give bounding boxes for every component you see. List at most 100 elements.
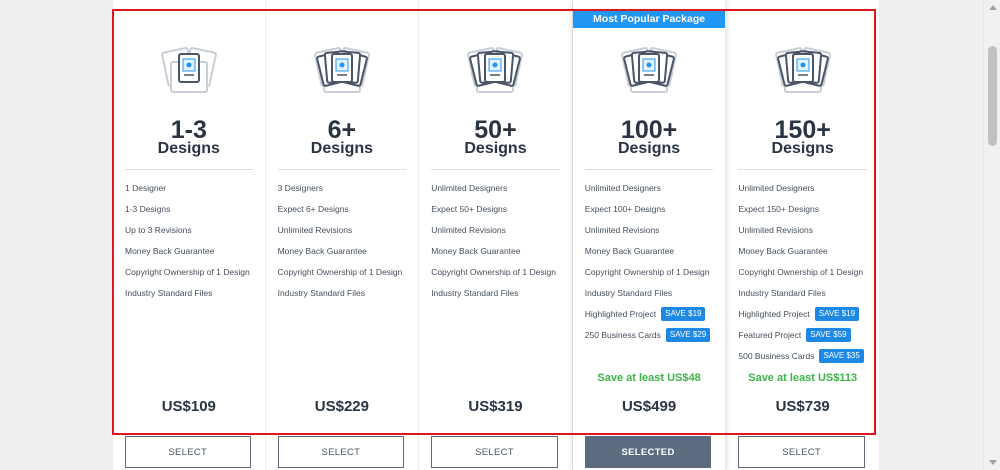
documents-stack-icon [310,40,374,104]
save-badge: SAVE $59 [806,327,851,342]
feature-item: Unlimited Designers [431,177,568,198]
documents-stack-icon [617,40,681,104]
scrollbar-thumb[interactable] [988,46,997,146]
feature-item: 1 Designer [125,177,261,198]
feature-item: Copyright Ownership of 1 Design [431,261,568,282]
feature-item: 1-3 Designs [125,198,261,219]
feature-list: 3 Designers Expect 6+ Designs Unlimited Re… [278,177,415,303]
feature-text: Money Back Guarantee [584,245,675,256]
savings-text: Save at least US$113 [748,372,858,384]
feature-text: Expect 150+ Designs [738,203,819,214]
package-unit: Designs [157,140,220,157]
feature-text: 250 Business Cards [584,329,661,340]
feature-item: Copyright Ownership of 1 Design [738,261,875,282]
selected-button[interactable]: SELECTED [584,436,712,468]
price: US$739 [775,398,830,415]
feature-item: Expect 50+ Designs [431,198,568,219]
package-unit: Designs [310,140,374,157]
package-unit: Designs [464,140,527,157]
divider [738,169,867,170]
feature-item: Copyright Ownership of 1 Design [125,261,261,282]
feature-text: Highlighted Project [738,308,810,319]
select-button[interactable]: SELECT [125,436,251,468]
package-card-1-3: 1-3 Designs 1 Designer 1-3 Designs Up to 3… [112,0,266,470]
feature-text: Money Back Guarantee [277,245,367,256]
save-badge: SAVE $35 [819,348,864,363]
vertical-scrollbar[interactable] [983,0,1000,470]
feature-text: Money Back Guarantee [125,245,215,256]
feature-item: 250 Business Cards SAVE $29 [585,324,722,345]
feature-text: Industry Standard Files [431,287,519,298]
feature-item: Money Back Guarantee [738,240,875,261]
feature-item: Unlimited Designers [585,177,722,198]
feature-text: Up to 3 Revisions [125,224,192,235]
feature-item: Industry Standard Files [278,282,415,303]
divider [431,169,560,170]
feature-list: Unlimited Designers Expect 150+ Designs Un… [738,177,875,366]
feature-item: Unlimited Revisions [738,219,875,240]
feature-item: Up to 3 Revisions [125,219,261,240]
most-popular-banner: Most Popular Package [572,9,726,28]
feature-text: Unlimited Designers [738,182,815,193]
scroll-up-icon[interactable] [989,5,997,10]
feature-text: Copyright Ownership of 1 Design [125,266,250,277]
feature-item: 3 Designers [278,177,415,198]
feature-text: Industry Standard Files [125,287,213,298]
select-button[interactable]: SELECT [431,436,558,468]
package-unit: Designs [617,140,681,157]
feature-text: Copyright Ownership of 1 Design [431,266,556,277]
feature-text: 1 Designer [125,182,167,193]
feature-item: Copyright Ownership of 1 Design [585,261,722,282]
feature-text: 1-3 Designs [125,203,171,214]
feature-item: Industry Standard Files [738,282,875,303]
feature-item: Money Back Guarantee [585,240,722,261]
feature-list: Unlimited Designers Expect 100+ Designs Un… [585,177,722,345]
select-button[interactable]: SELECT [738,436,865,468]
price: US$499 [621,398,677,415]
feature-text: Expect 50+ Designs [431,203,508,214]
save-badge: SAVE $29 [665,327,711,342]
save-badge: SAVE $19 [661,306,706,321]
feature-item: Money Back Guarantee [431,240,568,261]
savings-text: Save at least US$48 [597,372,701,384]
scroll-down-icon[interactable] [989,460,997,465]
feature-text: Unlimited Revisions [738,224,814,235]
feature-text: 500 Business Cards [738,350,815,361]
feature-item: Industry Standard Files [431,282,568,303]
feature-item: Unlimited Revisions [431,219,568,240]
feature-text: Industry Standard Files [277,287,365,298]
feature-item: Highlighted Project SAVE $19 [738,303,875,324]
feature-text: Copyright Ownership of 1 Design [738,266,864,277]
feature-text: Unlimited Revisions [277,224,353,235]
package-card-150-plus: 150+ Designs Unlimited Designers Expect 1… [726,0,880,470]
feature-text: Money Back Guarantee [431,245,521,256]
package-card-6-plus: 6+ Designs 3 Designers Expect 6+ Designs U… [265,0,420,470]
feature-item: Industry Standard Files [585,282,722,303]
save-badge: SAVE $19 [814,306,860,321]
price: US$319 [468,398,523,415]
select-button[interactable]: SELECT [277,436,405,468]
feature-text: Industry Standard Files [738,287,826,298]
feature-text: Copyright Ownership of 1 Design [584,266,710,277]
feature-text: Featured Project [738,329,802,340]
package-card-50-plus: 50+ Designs Unlimited Designers Expect 50… [419,0,573,470]
feature-text: Expect 100+ Designs [584,203,666,214]
feature-item: Highlighted Project SAVE $19 [585,303,722,324]
feature-item: Money Back Guarantee [278,240,415,261]
feature-item: Expect 150+ Designs [738,198,875,219]
feature-list: 1 Designer 1-3 Designs Up to 3 Revisions Mo… [125,177,261,303]
feature-text: Unlimited Revisions [584,224,660,235]
feature-text: Expect 6+ Designs [277,203,349,214]
divider [584,169,714,170]
price: US$229 [314,398,369,415]
feature-item: Money Back Guarantee [125,240,261,261]
feature-item: Unlimited Designers [738,177,875,198]
package-unit: Designs [771,140,834,157]
feature-text: Copyright Ownership of 1 Design [277,266,403,277]
documents-stack-icon [463,40,527,104]
feature-list: Unlimited Designers Expect 50+ Designs Unl… [431,177,568,303]
single-document-icon [157,40,221,104]
feature-text: Unlimited Designers [584,182,661,193]
package-card-100-plus: Most Popular Package 100+ Designs Unlimi… [572,0,727,470]
feature-item: Expect 100+ Designs [585,198,722,219]
